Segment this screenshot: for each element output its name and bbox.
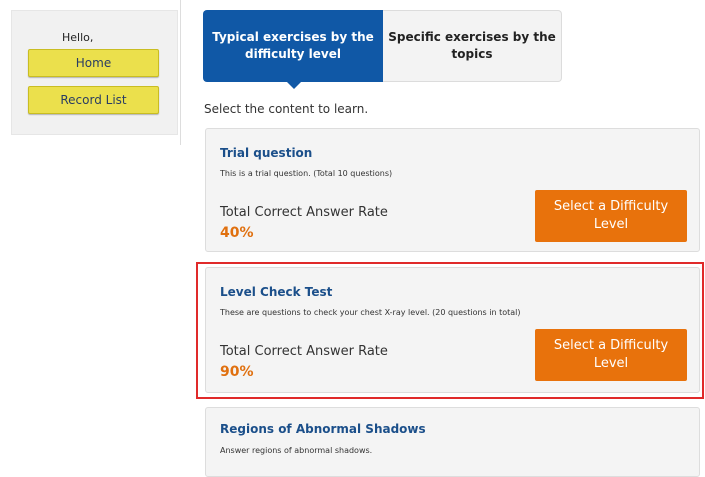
card-title: Regions of Abnormal Shadows bbox=[220, 422, 426, 436]
instruction-text: Select the content to learn. bbox=[204, 102, 369, 116]
sidebar: Hello, Home Record List bbox=[11, 10, 178, 135]
home-button[interactable]: Home bbox=[28, 49, 159, 77]
tab-topics-label: Specific exercises by the topics bbox=[388, 30, 556, 61]
tab-difficulty-level[interactable]: Typical exercises by the difficulty leve… bbox=[203, 10, 383, 89]
tab-topics[interactable]: Specific exercises by the topics bbox=[383, 10, 562, 82]
select-difficulty-button[interactable]: Select a Difficulty Level bbox=[535, 190, 687, 242]
card-description: This is a trial question. (Total 10 ques… bbox=[220, 169, 393, 178]
tab-difficulty-level-label: Typical exercises by the difficulty leve… bbox=[212, 30, 374, 61]
card-trial-question: Trial question This is a trial question.… bbox=[205, 128, 700, 252]
highlight-box bbox=[196, 262, 704, 399]
card-title: Trial question bbox=[220, 146, 313, 160]
card-abnormal-shadows: Regions of Abnormal Shadows Answer regio… bbox=[205, 407, 700, 477]
rate-label: Total Correct Answer Rate bbox=[220, 205, 388, 220]
greeting: Hello, bbox=[62, 31, 94, 44]
rate-value: 40% bbox=[220, 225, 254, 241]
record-list-button[interactable]: Record List bbox=[28, 86, 159, 114]
sidebar-divider bbox=[180, 0, 181, 145]
card-description: Answer regions of abnormal shadows. bbox=[220, 446, 373, 455]
